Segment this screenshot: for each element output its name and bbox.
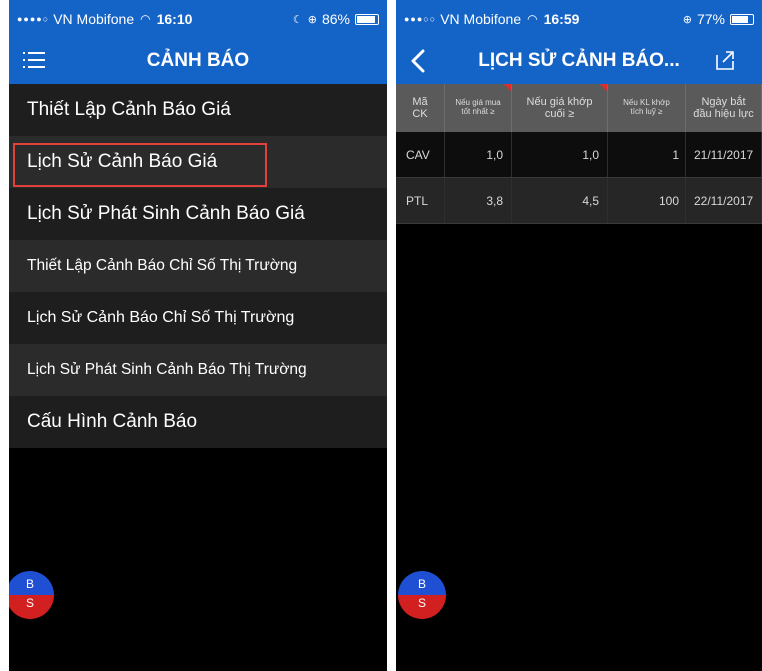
menu-item-label: Thiết Lập Cảnh Báo Giá: [27, 99, 231, 120]
menu-item-label: Lịch Sử Cảnh Báo Chỉ Số Thị Trường: [27, 309, 295, 326]
menu-item-label: Thiết Lập Cảnh Báo Chỉ Số Thị Trường: [27, 257, 298, 274]
left-screen: ●●●●○ VN Mobifone ◠ 16:10 ☾ ⊕ 86% CẢNH B…: [9, 0, 387, 671]
cell-last-match: 1,0: [512, 132, 608, 177]
nav-bar: CẢNH BÁO: [9, 38, 387, 84]
battery-icon: [355, 13, 379, 25]
buy-sell-button[interactable]: B S: [398, 571, 446, 619]
header-line: cuối ≥: [544, 108, 575, 120]
battery-icon: [730, 13, 754, 25]
lock-rotation-icon: ⊕: [307, 13, 317, 26]
signal-icon: ●●●○○: [404, 14, 437, 24]
header-line: Nếu giá khớp: [526, 95, 593, 108]
carrier-name: VN Mobifone: [440, 11, 522, 27]
column-header-best-buy: Nếu giá mua tốt nhất ≥: [445, 84, 512, 132]
nav-bar: LỊCH SỬ CẢNH BÁO...: [396, 38, 762, 84]
table-row[interactable]: PTL 3,8 4,5 100 22/11/2017: [396, 178, 762, 224]
page-title: LỊCH SỬ CẢNH BÁO...: [478, 50, 680, 71]
menu-item-label: Cấu Hình Cảnh Báo: [27, 411, 198, 432]
cell-start-date: 21/11/2017: [686, 132, 762, 177]
status-time: 16:59: [543, 11, 580, 27]
sell-label: S: [398, 595, 446, 619]
buy-sell-button[interactable]: B S: [9, 571, 54, 619]
table-header: Mã CK Nếu giá mua tốt nhất ≥ Nếu giá khớ…: [396, 84, 762, 132]
header-line: Mã: [412, 95, 428, 108]
column-header-last-match: Nếu giá khớp cuối ≥: [512, 84, 608, 132]
menu-item-price-alert-history[interactable]: Lịch Sử Cảnh Báo Giá: [9, 136, 387, 188]
header-line: tích luỹ ≥: [630, 107, 663, 116]
column-header-start-date: Ngày bắt đầu hiệu lực: [686, 84, 762, 132]
cell-best-buy: 3,8: [445, 178, 512, 223]
status-time: 16:10: [156, 11, 193, 27]
menu-item-market-alert-triggered[interactable]: Lịch Sử Phát Sinh Cảnh Báo Thị Trường: [9, 344, 387, 396]
carrier-name: VN Mobifone: [53, 11, 135, 27]
sort-flag-icon: [504, 84, 511, 91]
right-screen: ●●●○○ VN Mobifone ◠ 16:59 ⊕ 77% LỊCH SỬ …: [396, 0, 762, 671]
buy-label: B: [398, 571, 446, 595]
buy-label: B: [9, 571, 54, 595]
share-icon[interactable]: [714, 49, 736, 71]
sort-flag-icon: [600, 84, 607, 91]
signal-icon: ●●●●○: [17, 14, 50, 24]
cell-volume: 1: [608, 132, 686, 177]
header-line: CK: [412, 108, 428, 120]
menu-item-index-alert-history[interactable]: Lịch Sử Cảnh Báo Chỉ Số Thị Trường: [9, 292, 387, 344]
menu-item-label: Lịch Sử Phát Sinh Cảnh Báo Thị Trường: [27, 361, 307, 378]
moon-icon: ☾: [292, 13, 303, 26]
cell-code: CAV: [396, 132, 445, 177]
menu-item-alert-config[interactable]: Cấu Hình Cảnh Báo: [9, 396, 387, 448]
menu-item-label: Lịch Sử Cảnh Báo Giá: [27, 151, 218, 172]
column-header-code: Mã CK: [396, 84, 445, 132]
alert-history-table: Mã CK Nếu giá mua tốt nhất ≥ Nếu giá khớ…: [396, 84, 762, 224]
cell-code: PTL: [396, 178, 445, 223]
battery-percent: 77%: [696, 11, 725, 27]
menu-item-index-alert-setup[interactable]: Thiết Lập Cảnh Báo Chỉ Số Thị Trường: [9, 240, 387, 292]
status-bar: ●●●○○ VN Mobifone ◠ 16:59 ⊕ 77%: [396, 0, 762, 38]
page-title: CẢNH BÁO: [146, 50, 250, 71]
column-header-volume: Nếu KL khớp tích luỹ ≥: [608, 84, 686, 132]
header-line: Ngày bắt: [701, 95, 746, 108]
menu-item-price-alert-setup[interactable]: Thiết Lập Cảnh Báo Giá: [9, 84, 387, 136]
battery-percent: 86%: [321, 11, 350, 27]
sell-label: S: [9, 595, 54, 619]
header-line: đầu hiệu lực: [693, 108, 754, 120]
cell-last-match: 4,5: [512, 178, 608, 223]
menu-item-label: Lịch Sử Phát Sinh Cảnh Báo Giá: [27, 203, 305, 224]
cell-start-date: 22/11/2017: [686, 178, 762, 223]
table-row[interactable]: CAV 1,0 1,0 1 21/11/2017: [396, 132, 762, 178]
wifi-icon: ◠: [527, 12, 538, 26]
wifi-icon: ◠: [140, 12, 151, 26]
menu-item-price-alert-triggered[interactable]: Lịch Sử Phát Sinh Cảnh Báo Giá: [9, 188, 387, 240]
status-bar: ●●●●○ VN Mobifone ◠ 16:10 ☾ ⊕ 86%: [9, 0, 387, 38]
cell-volume: 100: [608, 178, 686, 223]
cell-best-buy: 1,0: [445, 132, 512, 177]
header-line: tốt nhất ≥: [461, 107, 495, 116]
lock-rotation-icon: ⊕: [682, 13, 692, 26]
